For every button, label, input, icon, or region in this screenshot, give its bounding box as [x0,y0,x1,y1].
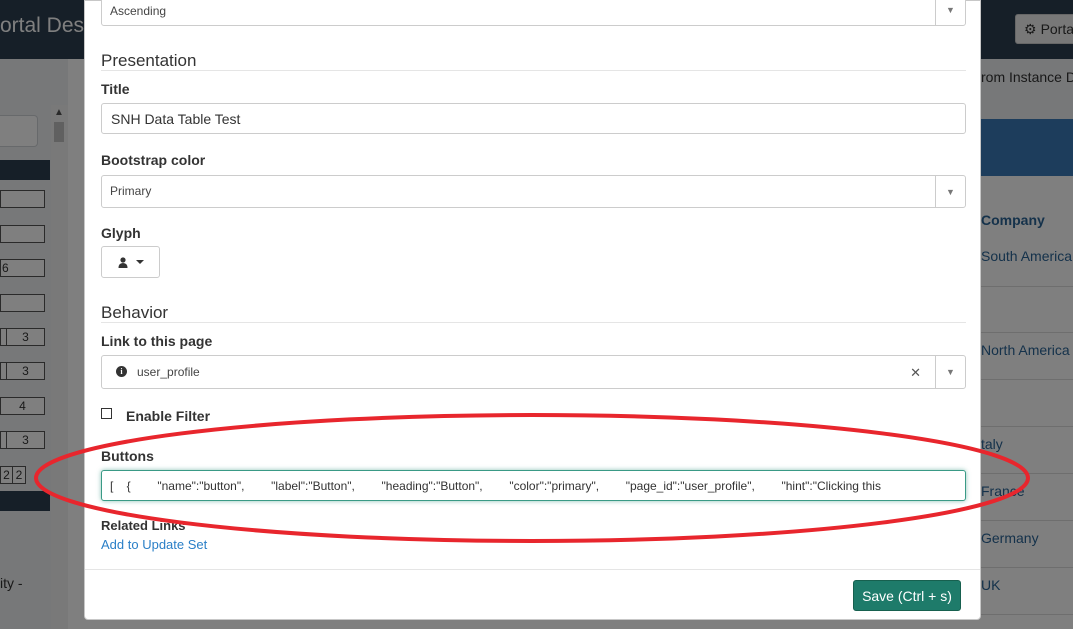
link-page-value: user_profile [137,365,200,379]
title-label: Title [101,81,130,97]
bootstrap-color-label: Bootstrap color [101,152,206,168]
section-divider [101,322,966,323]
clear-icon[interactable]: ✕ [910,365,921,381]
settings-modal: Ascending ▼ Presentation Title SNH Data … [84,0,981,620]
link-page-label: Link to this page [101,333,213,349]
buttons-json-input[interactable]: [ { "name":"button", "label":"Button", "… [101,470,966,501]
glyph-picker-button[interactable] [101,246,160,278]
dropdown-arrow-icon[interactable]: ▼ [935,0,965,25]
save-button[interactable]: Save (Ctrl + s) [853,580,961,611]
add-to-update-set-link[interactable]: Add to Update Set [101,537,207,552]
caret-down-icon [135,260,144,264]
glyph-label: Glyph [101,225,141,241]
presentation-heading: Presentation [101,51,197,70]
section-divider [101,70,966,71]
info-circle-icon: i [116,366,127,377]
title-input[interactable]: SNH Data Table Test [101,103,966,134]
dropdown-arrow-icon[interactable]: ▼ [935,176,965,207]
user-icon [118,256,127,268]
related-links-label: Related Links [101,518,186,533]
sort-order-value: Ascending [110,4,167,18]
dropdown-arrow-icon[interactable]: ▼ [935,356,965,388]
sort-order-select[interactable]: Ascending ▼ [101,0,966,26]
bootstrap-color-select[interactable]: Primary ▼ [101,175,966,208]
behavior-heading: Behavior [101,303,169,322]
link-page-select[interactable]: i user_profile ✕ ▼ [101,355,966,389]
enable-filter-label[interactable]: Enable Filter [126,408,210,424]
buttons-label: Buttons [101,448,154,464]
modal-footer-divider [85,569,980,570]
bootstrap-color-value: Primary [110,184,152,198]
enable-filter-checkbox[interactable] [101,408,112,419]
